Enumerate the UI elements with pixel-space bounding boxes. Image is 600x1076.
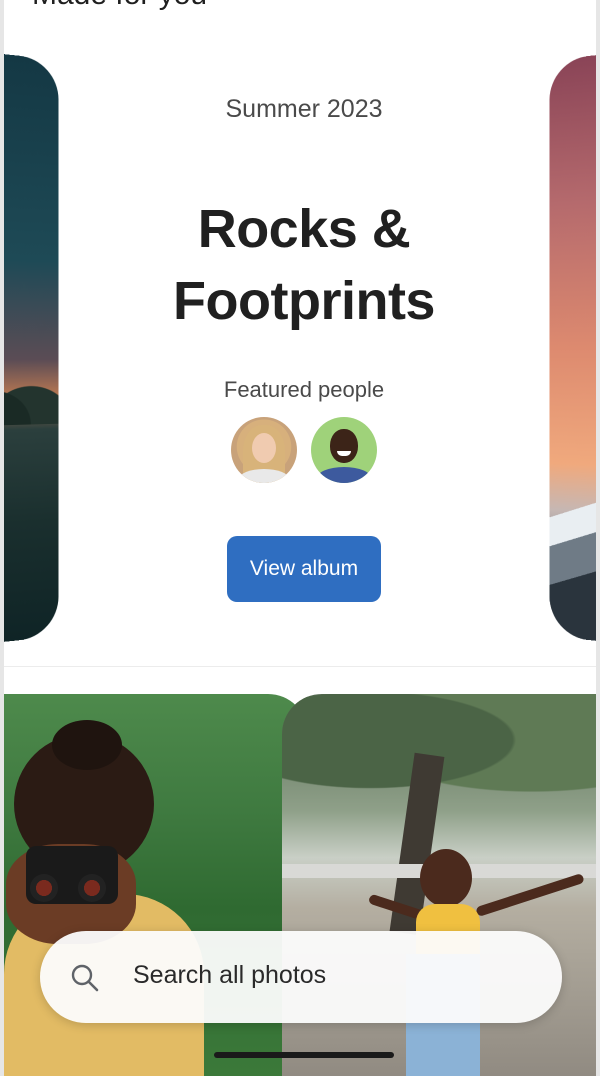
memory-card: Summer 2023 Rocks & Footprints Featured …	[62, 55, 546, 641]
photos-screen: Made for you Summer 2023 Rocks & Footpri…	[0, 0, 600, 1076]
tree-silhouette	[4, 364, 59, 427]
avatar[interactable]	[311, 417, 377, 483]
featured-people-label: Featured people	[223, 377, 385, 402]
card-title-line-1: Rocks &	[197, 199, 411, 259]
featured-people-avatars	[62, 417, 546, 483]
card-title: Rocks & Footprints	[62, 193, 546, 337]
next-memory-card[interactable]	[549, 49, 596, 647]
card-subtitle: Summer 2023	[225, 95, 383, 123]
avatar[interactable]	[231, 417, 297, 483]
search-bar[interactable]: Search all photos	[40, 931, 562, 1023]
section-title: Made for you	[32, 0, 207, 12]
mountain-scene	[549, 478, 596, 647]
search-placeholder: Search all photos	[133, 961, 327, 989]
prev-memory-card[interactable]	[4, 50, 59, 646]
divider	[4, 666, 596, 667]
card-title-line-2: Footprints	[173, 271, 435, 331]
search-icon	[71, 964, 99, 992]
view-album-button[interactable]: View album	[227, 536, 381, 602]
home-indicator[interactable]	[214, 1052, 394, 1058]
